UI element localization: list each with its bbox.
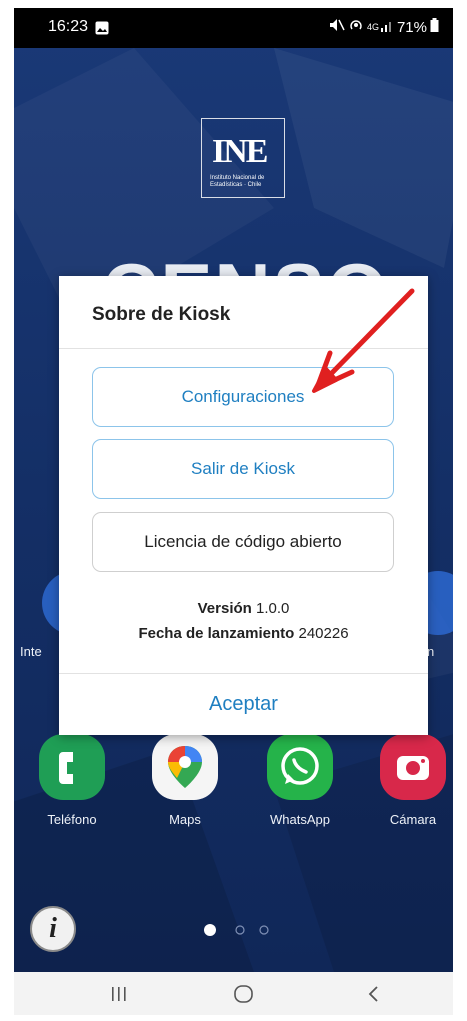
recent-apps-icon [112, 986, 126, 1001]
annotation-arrow [312, 288, 415, 393]
home-icon [234, 984, 253, 1003]
navigation-bar [14, 972, 453, 1015]
back-button[interactable] [349, 972, 399, 1015]
back-icon [368, 985, 378, 1002]
phone-frame: 16:23 4G 71% INE Instituto Nacional de E… [14, 8, 453, 1015]
recent-apps-button[interactable] [94, 972, 144, 1015]
home-button[interactable] [219, 972, 269, 1015]
home-screen: 16:23 4G 71% INE Instituto Nacional de E… [14, 8, 453, 972]
